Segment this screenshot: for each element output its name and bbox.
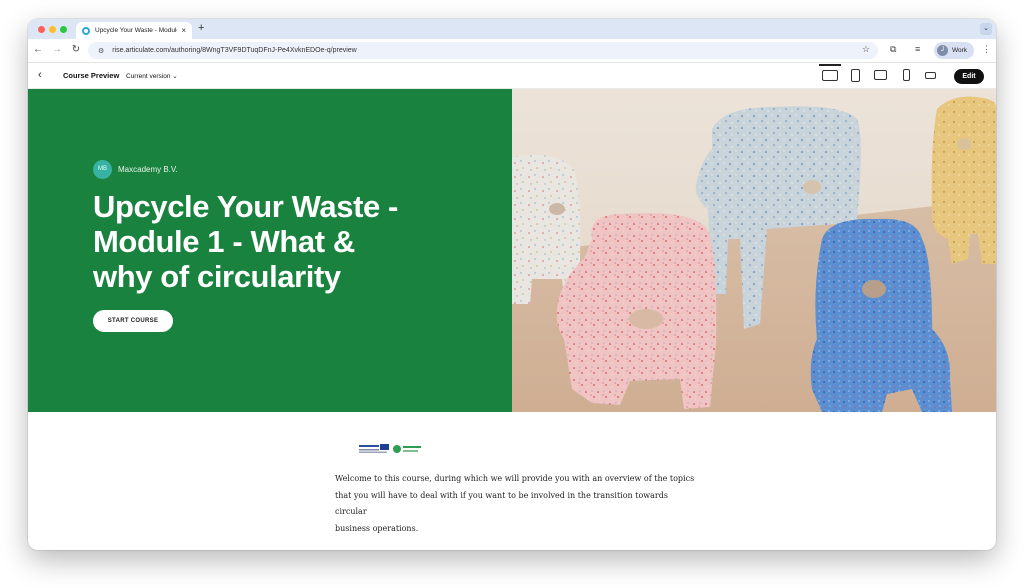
tab-close-icon[interactable]: × (181, 26, 186, 35)
course-title: Upcycle Your Waste - Module 1 - What & w… (93, 189, 398, 294)
profile-chip[interactable]: J Work (934, 42, 974, 59)
back-icon[interactable]: ‹ (38, 69, 42, 81)
tab-title: Upcycle Your Waste - Module (95, 27, 178, 34)
interreg-logo (359, 441, 389, 454)
author: MB Maxcademy B.V. (93, 160, 178, 179)
reload-icon[interactable]: ↻ (70, 44, 82, 55)
author-avatar: MB (93, 160, 112, 179)
star-icon[interactable]: ☆ (862, 44, 870, 55)
favicon-icon (82, 26, 90, 35)
course-introduction: Welcome to this course, during which we … (335, 471, 705, 537)
app-header: ‹ Course Preview Current version ⌄ Edit (28, 62, 996, 89)
arrow-left-icon[interactable]: ← (32, 44, 44, 55)
toolbar: ← → ↻ ⚙ rise.articulate.com/authoring/8W… (28, 39, 996, 62)
desktop-icon[interactable] (819, 64, 841, 81)
chevron-down-icon: ⌄ (172, 73, 178, 80)
intro-line: that you will have to deal with if you w… (335, 490, 668, 500)
tablet-portrait-icon[interactable] (851, 69, 860, 82)
browser-window: Upcycle Your Waste - Module × + ⌄ ← → ↻ … (28, 19, 996, 550)
intro-line: business operations. (335, 523, 419, 533)
intro-line: Welcome to this course, during which we … (335, 474, 695, 483)
page-title: Course Preview (63, 71, 120, 80)
arrow-right-icon[interactable]: → (51, 44, 63, 55)
media-icon[interactable]: ≡ (915, 44, 920, 54)
profile-label: Work (952, 47, 968, 54)
puzzle-icon[interactable]: ⧉ (890, 44, 896, 55)
phone-portrait-icon[interactable] (903, 69, 910, 81)
avatar: J (937, 45, 948, 56)
partner-logos (359, 441, 423, 454)
recycled-chairs-illustration (512, 89, 996, 412)
tab-search-chevron-icon[interactable]: ⌄ (980, 23, 992, 35)
close-window-button[interactable] (38, 26, 45, 33)
hero-panel: MB Maxcademy B.V. Upcycle Your Waste - M… (28, 89, 512, 412)
tab-strip: Upcycle Your Waste - Module × + ⌄ (28, 19, 996, 39)
phone-landscape-icon[interactable] (925, 72, 936, 79)
new-tab-button[interactable]: + (198, 22, 204, 34)
browser-tab[interactable]: Upcycle Your Waste - Module × (76, 22, 192, 39)
tablet-landscape-icon[interactable] (874, 70, 887, 80)
upcycle-logo (393, 441, 423, 453)
author-name: Maxcademy B.V. (118, 165, 178, 174)
hero-image (512, 89, 996, 412)
version-label: Current version (126, 73, 171, 80)
start-course-button[interactable]: START COURSE (93, 310, 173, 332)
version-dropdown[interactable]: Current version ⌄ (126, 72, 178, 80)
url-text[interactable]: rise.articulate.com/authoring/8WngT3VF9D… (112, 47, 356, 54)
maximize-window-button[interactable] (60, 26, 67, 33)
course-hero: MB Maxcademy B.V. Upcycle Your Waste - M… (28, 89, 996, 412)
intro-line: circular (335, 507, 367, 516)
tune-icon[interactable]: ⚙ (98, 47, 104, 55)
edit-button[interactable]: Edit (954, 69, 984, 84)
kebab-icon[interactable]: ⋮ (982, 44, 991, 55)
minimize-window-button[interactable] (49, 26, 56, 33)
address-bar[interactable]: ⚙ rise.articulate.com/authoring/8WngT3VF… (88, 42, 878, 59)
